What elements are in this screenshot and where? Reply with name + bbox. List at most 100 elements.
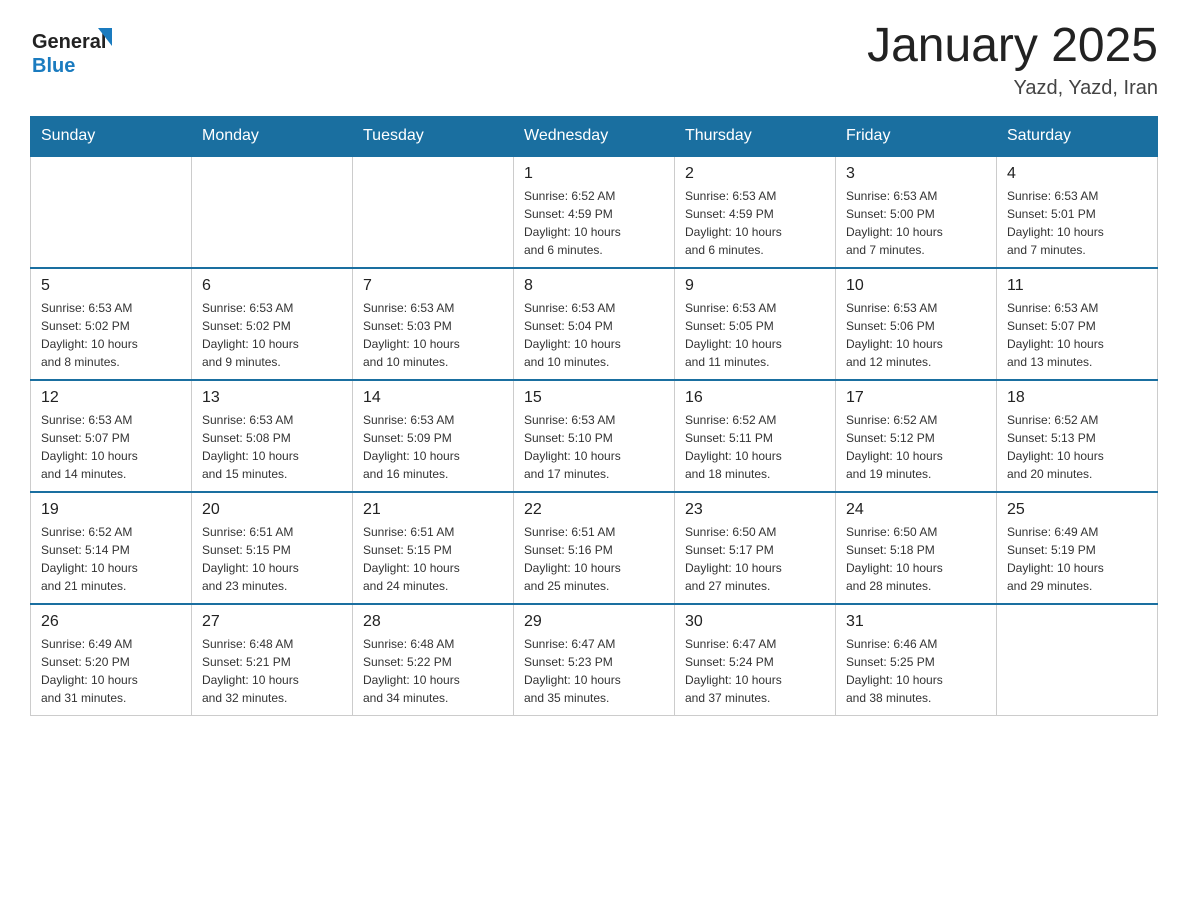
header: General Blue January 2025 Yazd, Yazd, Ir… [30, 20, 1158, 100]
logo: General Blue [30, 20, 120, 85]
day-number: 15 [524, 389, 664, 407]
day-number: 2 [685, 165, 825, 183]
calendar-cell: 28 Sunrise: 6:48 AM Sunset: 5:22 PM Dayli… [353, 604, 514, 716]
header-friday: Friday [836, 116, 997, 156]
header-tuesday: Tuesday [353, 116, 514, 156]
day-number: 10 [846, 277, 986, 295]
day-number: 12 [41, 389, 181, 407]
day-info: Sunrise: 6:52 AM Sunset: 5:13 PM Dayligh… [1007, 411, 1147, 483]
day-number: 19 [41, 501, 181, 519]
day-number: 21 [363, 501, 503, 519]
calendar-title: January 2025 [867, 20, 1158, 73]
day-number: 9 [685, 277, 825, 295]
calendar-cell: 23 Sunrise: 6:50 AM Sunset: 5:17 PM Dayli… [675, 492, 836, 604]
calendar-cell: 6Sunrise: 6:53 AM Sunset: 5:02 PM Daylig… [192, 268, 353, 380]
day-info: Sunrise: 6:47 AM Sunset: 5:24 PM Dayligh… [685, 635, 825, 707]
day-number: 30 [685, 613, 825, 631]
day-info: Sunrise: 6:53 AM Sunset: 5:04 PM Dayligh… [524, 299, 664, 371]
calendar-week-4: 19 Sunrise: 6:52 AM Sunset: 5:14 PM Dayli… [31, 492, 1158, 604]
day-info: Sunrise: 6:48 AM Sunset: 5:22 PM Dayligh… [363, 635, 503, 707]
day-info: Sunrise: 6:53 AM Sunset: 5:03 PM Dayligh… [363, 299, 503, 371]
day-info: Sunrise: 6:53 AM Sunset: 4:59 PM Dayligh… [685, 187, 825, 259]
calendar-week-3: 12 Sunrise: 6:53 AM Sunset: 5:07 PM Dayli… [31, 380, 1158, 492]
calendar-cell: 30 Sunrise: 6:47 AM Sunset: 5:24 PM Dayli… [675, 604, 836, 716]
day-info: Sunrise: 6:53 AM Sunset: 5:02 PM Dayligh… [41, 299, 181, 371]
day-number: 27 [202, 613, 342, 631]
day-info: Sunrise: 6:52 AM Sunset: 5:12 PM Dayligh… [846, 411, 986, 483]
calendar-cell [192, 156, 353, 268]
day-number: 29 [524, 613, 664, 631]
day-number: 6 [202, 277, 342, 295]
header-thursday: Thursday [675, 116, 836, 156]
calendar-cell: 2 Sunrise: 6:53 AM Sunset: 4:59 PM Daylig… [675, 156, 836, 268]
calendar-cell: 31 Sunrise: 6:46 AM Sunset: 5:25 PM Dayli… [836, 604, 997, 716]
calendar-cell: 20 Sunrise: 6:51 AM Sunset: 5:15 PM Dayli… [192, 492, 353, 604]
day-info: Sunrise: 6:53 AM Sunset: 5:00 PM Dayligh… [846, 187, 986, 259]
calendar-cell [997, 604, 1158, 716]
day-info: Sunrise: 6:52 AM Sunset: 5:14 PM Dayligh… [41, 523, 181, 595]
day-number: 1 [524, 165, 664, 183]
day-number: 25 [1007, 501, 1147, 519]
day-info: Sunrise: 6:53 AM Sunset: 5:06 PM Dayligh… [846, 299, 986, 371]
calendar-header: Sunday Monday Tuesday Wednesday Thursday… [31, 116, 1158, 156]
day-number: 7 [363, 277, 503, 295]
calendar-week-1: 1Sunrise: 6:52 AM Sunset: 4:59 PM Daylig… [31, 156, 1158, 268]
day-number: 17 [846, 389, 986, 407]
calendar-cell: 27 Sunrise: 6:48 AM Sunset: 5:21 PM Dayli… [192, 604, 353, 716]
calendar-cell: 9 Sunrise: 6:53 AM Sunset: 5:05 PM Daylig… [675, 268, 836, 380]
day-number: 24 [846, 501, 986, 519]
calendar-cell [353, 156, 514, 268]
day-number: 18 [1007, 389, 1147, 407]
day-number: 13 [202, 389, 342, 407]
day-info: Sunrise: 6:53 AM Sunset: 5:07 PM Dayligh… [1007, 299, 1147, 371]
day-info: Sunrise: 6:51 AM Sunset: 5:15 PM Dayligh… [202, 523, 342, 595]
calendar-cell: 22Sunrise: 6:51 AM Sunset: 5:16 PM Dayli… [514, 492, 675, 604]
logo-svg: General Blue [30, 20, 120, 85]
calendar-cell: 7 Sunrise: 6:53 AM Sunset: 5:03 PM Daylig… [353, 268, 514, 380]
day-info: Sunrise: 6:52 AM Sunset: 5:11 PM Dayligh… [685, 411, 825, 483]
calendar-cell [31, 156, 192, 268]
header-monday: Monday [192, 116, 353, 156]
day-info: Sunrise: 6:50 AM Sunset: 5:17 PM Dayligh… [685, 523, 825, 595]
header-sunday: Sunday [31, 116, 192, 156]
day-number: 28 [363, 613, 503, 631]
calendar-cell: 29 Sunrise: 6:47 AM Sunset: 5:23 PM Dayli… [514, 604, 675, 716]
calendar-week-5: 26Sunrise: 6:49 AM Sunset: 5:20 PM Dayli… [31, 604, 1158, 716]
day-number: 20 [202, 501, 342, 519]
calendar-cell: 25Sunrise: 6:49 AM Sunset: 5:19 PM Dayli… [997, 492, 1158, 604]
day-number: 23 [685, 501, 825, 519]
day-number: 14 [363, 389, 503, 407]
calendar-cell: 15Sunrise: 6:53 AM Sunset: 5:10 PM Dayli… [514, 380, 675, 492]
header-saturday: Saturday [997, 116, 1158, 156]
calendar-cell: 17 Sunrise: 6:52 AM Sunset: 5:12 PM Dayli… [836, 380, 997, 492]
calendar-cell: 3 Sunrise: 6:53 AM Sunset: 5:00 PM Daylig… [836, 156, 997, 268]
day-number: 16 [685, 389, 825, 407]
day-info: Sunrise: 6:50 AM Sunset: 5:18 PM Dayligh… [846, 523, 986, 595]
day-info: Sunrise: 6:51 AM Sunset: 5:16 PM Dayligh… [524, 523, 664, 595]
calendar-cell: 8Sunrise: 6:53 AM Sunset: 5:04 PM Daylig… [514, 268, 675, 380]
day-number: 3 [846, 165, 986, 183]
calendar-cell: 18 Sunrise: 6:52 AM Sunset: 5:13 PM Dayli… [997, 380, 1158, 492]
day-info: Sunrise: 6:53 AM Sunset: 5:05 PM Dayligh… [685, 299, 825, 371]
day-info: Sunrise: 6:53 AM Sunset: 5:07 PM Dayligh… [41, 411, 181, 483]
day-info: Sunrise: 6:53 AM Sunset: 5:09 PM Dayligh… [363, 411, 503, 483]
calendar-cell: 13 Sunrise: 6:53 AM Sunset: 5:08 PM Dayli… [192, 380, 353, 492]
day-number: 4 [1007, 165, 1147, 183]
day-info: Sunrise: 6:49 AM Sunset: 5:20 PM Dayligh… [41, 635, 181, 707]
header-row: Sunday Monday Tuesday Wednesday Thursday… [31, 116, 1158, 156]
calendar-cell: 4 Sunrise: 6:53 AM Sunset: 5:01 PM Daylig… [997, 156, 1158, 268]
day-number: 31 [846, 613, 986, 631]
calendar-cell: 11Sunrise: 6:53 AM Sunset: 5:07 PM Dayli… [997, 268, 1158, 380]
day-info: Sunrise: 6:48 AM Sunset: 5:21 PM Dayligh… [202, 635, 342, 707]
day-info: Sunrise: 6:46 AM Sunset: 5:25 PM Dayligh… [846, 635, 986, 707]
title-area: January 2025 Yazd, Yazd, Iran [867, 20, 1158, 100]
day-info: Sunrise: 6:53 AM Sunset: 5:08 PM Dayligh… [202, 411, 342, 483]
day-info: Sunrise: 6:53 AM Sunset: 5:01 PM Dayligh… [1007, 187, 1147, 259]
day-info: Sunrise: 6:47 AM Sunset: 5:23 PM Dayligh… [524, 635, 664, 707]
calendar-subtitle: Yazd, Yazd, Iran [867, 77, 1158, 100]
calendar-cell: 5Sunrise: 6:53 AM Sunset: 5:02 PM Daylig… [31, 268, 192, 380]
calendar-week-2: 5Sunrise: 6:53 AM Sunset: 5:02 PM Daylig… [31, 268, 1158, 380]
calendar-cell: 26Sunrise: 6:49 AM Sunset: 5:20 PM Dayli… [31, 604, 192, 716]
calendar-body: 1Sunrise: 6:52 AM Sunset: 4:59 PM Daylig… [31, 156, 1158, 716]
calendar-cell: 16 Sunrise: 6:52 AM Sunset: 5:11 PM Dayli… [675, 380, 836, 492]
